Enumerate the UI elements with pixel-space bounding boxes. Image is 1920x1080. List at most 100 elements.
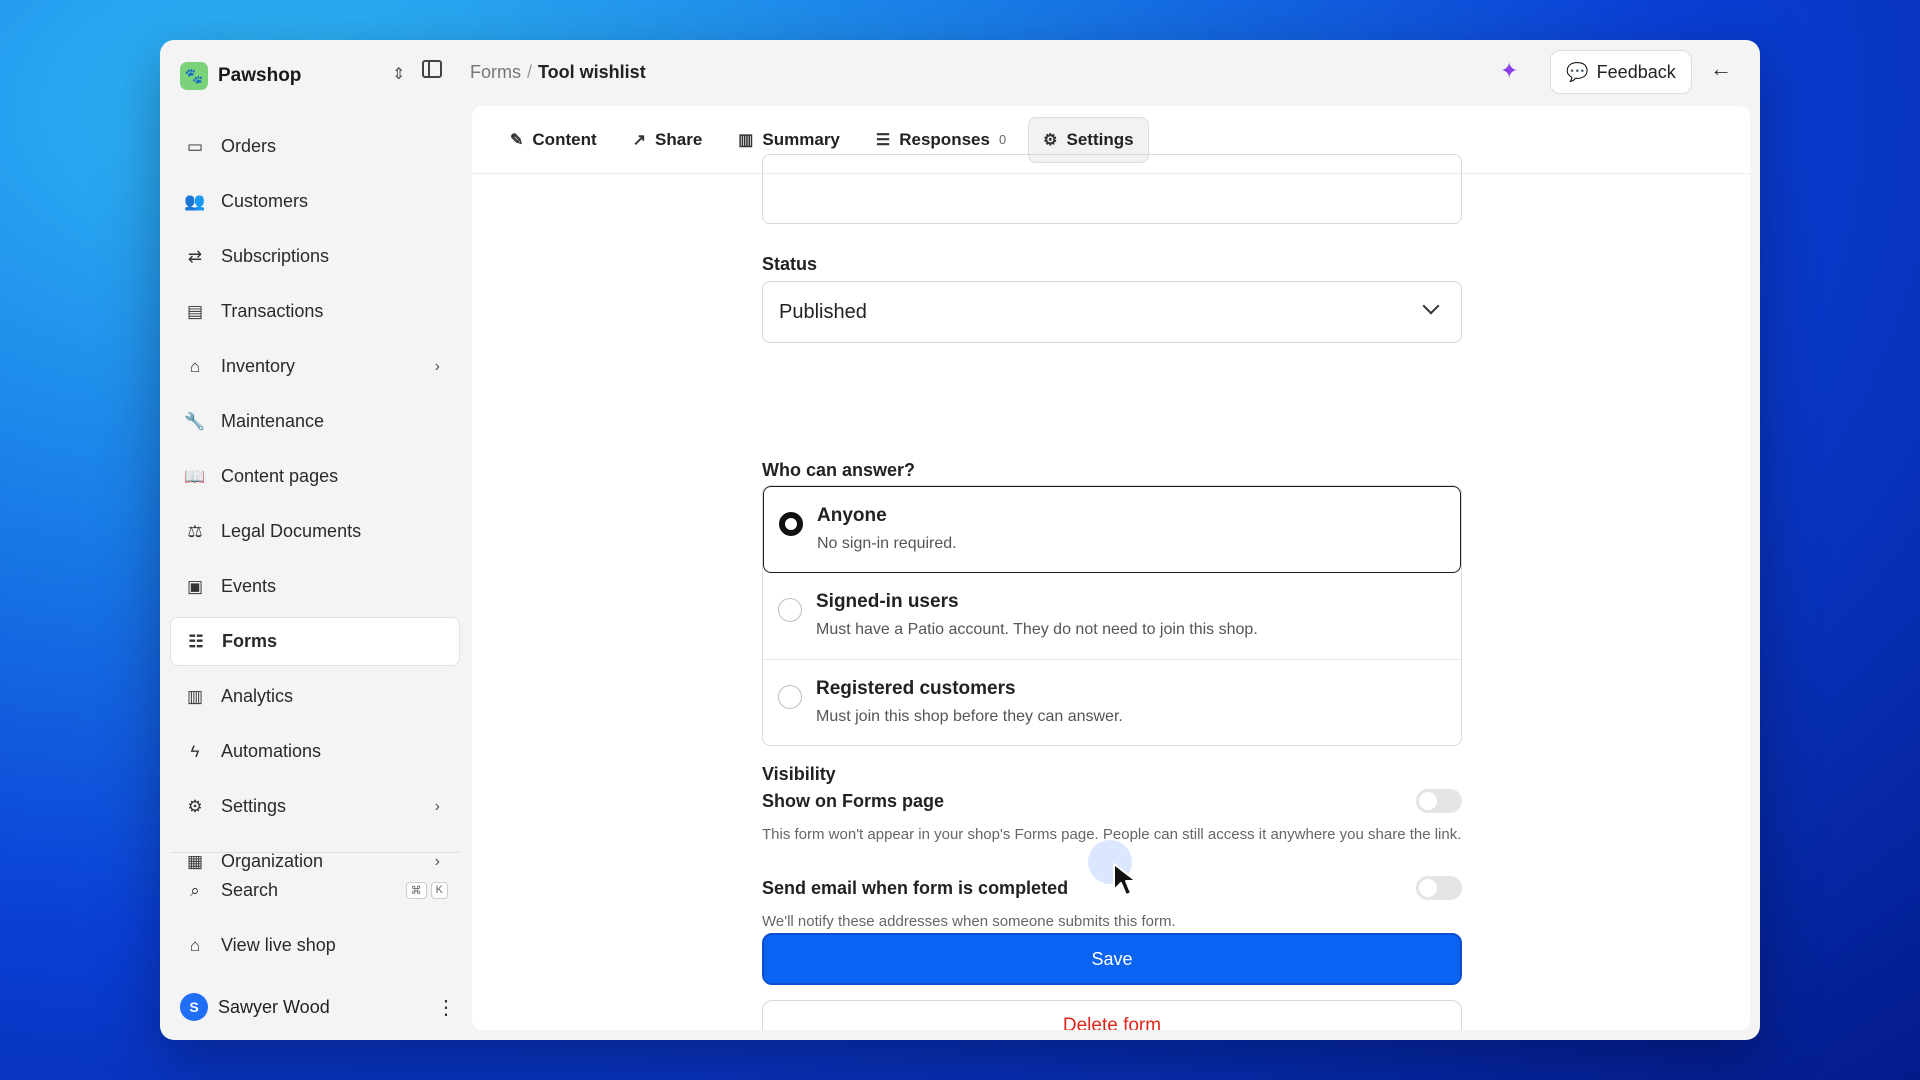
tab-share[interactable]: ↗ Share [619,117,717,163]
pencil-icon: ✎ [510,131,524,149]
sidebar-item-orders[interactable]: ▭ Orders [170,122,460,171]
list-icon: ☰ [875,131,891,149]
sidebar-bottom-nav: ⌕ Search ⌘ K ⌂ View live shop [170,866,460,976]
chevron-up-down-icon: ⇕ [392,66,406,83]
sidebar-item-analytics[interactable]: ▥ Analytics [170,672,460,721]
app-window: 🐾 Pawshop ⇕ ▭ Orders 👥 Customers ⇄ Subsc… [160,40,1760,1040]
keyboard-shortcut: ⌘ K [405,882,448,899]
sidebar-item-label: Content pages [221,466,339,486]
visibility-label: Visibility [762,764,836,784]
avatar: S [180,993,208,1021]
delete-form-button[interactable]: Delete form [762,1000,1462,1030]
sidebar-item-label: Analytics [221,686,294,706]
sidebar-item-settings[interactable]: ⚙ Settings › [170,782,460,831]
option-title: Signed-in users [816,591,959,612]
search-icon: ⌕ [190,880,200,900]
sidebar-item-label: Events [221,576,277,596]
chevron-right-icon: › [434,357,440,375]
sidebar-item-label: Forms [222,631,278,651]
sidebar-item-legal-documents[interactable]: ⚖ Legal Documents [170,507,460,556]
tab-label: Share [655,129,703,149]
responses-count-badge: 0 [998,132,1007,147]
workspace-name: Pawshop [218,65,302,86]
bar-chart-icon: ▥ [186,686,204,706]
save-button[interactable]: Save [762,933,1462,985]
sidebar-item-label: Automations [221,741,322,761]
tab-label: Responses [899,129,990,149]
ticket-icon: ▣ [186,576,204,596]
radio-option-signed-in-users[interactable]: Signed-in users Must have a Patio accoun… [763,573,1461,660]
repeat-icon: ⇄ [187,246,203,266]
inbox-icon: ▭ [186,136,204,156]
breadcrumb-parent[interactable]: Forms [470,62,521,83]
chevron-down-icon [1422,297,1440,315]
tag-icon: ⌂ [189,356,201,376]
option-title: Registered customers [816,678,1016,699]
main-panel: ✎ Content ↗ Share ▥ Summary ☰ Responses … [472,106,1750,1030]
radio-button[interactable] [778,598,802,622]
who-can-answer-radio-group: Anyone No sign-in required. Signed-in us… [762,485,1462,746]
option-description: No sign-in required. [817,535,957,552]
page-title: Tool wishlist [538,62,646,82]
arrow-left-icon[interactable]: ← [1710,56,1732,82]
sidebar-item-label: Legal Documents [221,521,362,541]
show-on-forms-title: Show on Forms page [762,791,945,811]
sidebar-item-search[interactable]: ⌕ Search ⌘ K [170,866,460,915]
sidebar-item-content-pages[interactable]: 📖 Content pages [170,452,460,501]
workspace-switcher[interactable]: 🐾 Pawshop ⇕ [180,54,405,98]
sidebar-item-label: Search [221,880,279,900]
tab-label: Content [532,129,597,149]
chevron-right-icon: › [434,797,440,815]
tab-label: Settings [1066,129,1134,149]
option-description: Must join this shop before they can answ… [816,708,1123,725]
radio-button[interactable] [779,512,803,536]
sidebar-nav: ▭ Orders 👥 Customers ⇄ Subscriptions ▤ T… [170,122,460,892]
status-select[interactable]: Published [762,281,1462,343]
sidebar-item-maintenance[interactable]: 🔧 Maintenance [170,397,460,446]
send-email-description: We'll notify these addresses when someon… [762,913,1176,930]
bar-chart-icon: ▥ [738,131,754,149]
sidebar-item-label: Inventory [221,356,296,376]
shortcut-key: K [430,882,448,899]
sidebar-item-label: Maintenance [221,411,325,431]
radio-option-registered-customers[interactable]: Registered customers Must join this shop… [763,660,1461,745]
sidebar-item-forms[interactable]: ☷ Forms [170,617,460,666]
paw-logo-icon: 🐾 [180,62,208,90]
share-icon: ↗ [632,131,647,149]
sidebar-item-label: Settings [221,796,287,816]
mouse-cursor-icon [1113,863,1137,896]
send-email-toggle[interactable] [1416,876,1462,900]
breadcrumb: Forms / Tool wishlist [470,62,646,83]
tab-label: Summary [762,129,840,149]
wrench-icon: 🔧 [184,411,206,431]
option-title: Anyone [817,505,887,526]
sparkle-icon[interactable]: ✦ [1500,58,1518,84]
shortcut-key: ⌘ [405,882,427,899]
sidebar: 🐾 Pawshop ⇕ ▭ Orders 👥 Customers ⇄ Subsc… [160,40,466,1040]
user-name: Sawyer Wood [218,996,330,1017]
tab-content[interactable]: ✎ Content [496,117,611,163]
feedback-button[interactable]: 💬 Feedback [1550,50,1692,94]
user-menu[interactable]: S Sawyer Wood ⋮ [180,990,460,1024]
sidebar-item-view-live-shop[interactable]: ⌂ View live shop [170,921,460,970]
sidebar-item-subscriptions[interactable]: ⇄ Subscriptions [170,232,460,281]
sidebar-item-inventory[interactable]: ⌂ Inventory › [170,342,460,391]
chat-bubble-icon: 💬 [1566,61,1589,82]
more-vertical-icon[interactable]: ⋮ [436,995,456,1020]
sidebar-toggle-icon[interactable] [422,60,442,78]
sidebar-item-events[interactable]: ▣ Events [170,562,460,611]
sidebar-item-customers[interactable]: 👥 Customers [170,177,460,226]
form-icon: ☷ [188,631,204,651]
sidebar-item-transactions[interactable]: ▤ Transactions [170,287,460,336]
status-select-value: Published [779,300,867,323]
radio-button[interactable] [778,685,802,709]
bolt-icon: ϟ [190,741,200,761]
description-textarea[interactable] [762,154,1462,224]
breadcrumb-separator: / [527,62,533,82]
scale-icon: ⚖ [187,521,203,541]
sidebar-item-label: Customers [221,191,309,211]
radio-option-anyone[interactable]: Anyone No sign-in required. [763,486,1461,573]
sidebar-item-automations[interactable]: ϟ Automations [170,727,460,776]
sidebar-divider [170,852,460,853]
show-on-forms-toggle[interactable] [1416,789,1462,813]
